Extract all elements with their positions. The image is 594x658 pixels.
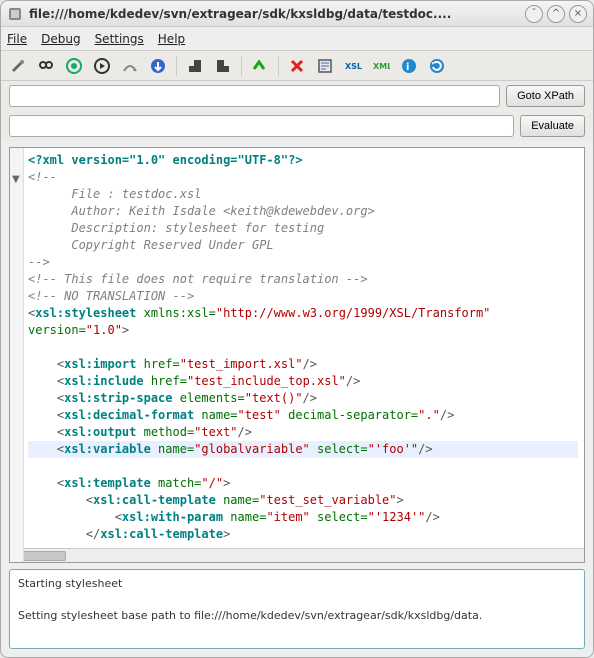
step-icon[interactable]: [117, 54, 143, 78]
continue-icon[interactable]: [89, 54, 115, 78]
evaluate-input[interactable]: [9, 115, 514, 137]
xml-icon[interactable]: XML: [368, 54, 394, 78]
menubar: File Debug Settings Help: [1, 27, 593, 51]
configure-icon[interactable]: [5, 54, 31, 78]
menu-debug[interactable]: Debug: [41, 32, 80, 46]
toolbar-separator: [241, 56, 242, 76]
svg-text:XSL: XSL: [345, 62, 362, 71]
minimize-button[interactable]: ˇ: [525, 5, 543, 23]
delete-icon[interactable]: [284, 54, 310, 78]
toolbar: XSL XML i: [1, 51, 593, 81]
app-icon: [7, 6, 23, 22]
app-window: file:///home/kdedev/svn/extragear/sdk/kx…: [0, 0, 594, 658]
source-code[interactable]: <?xml version="1.0" encoding="UTF-8"?> <…: [10, 148, 584, 548]
close-button[interactable]: ×: [569, 5, 587, 23]
toolbar-separator: [278, 56, 279, 76]
refresh-icon[interactable]: [424, 54, 450, 78]
titlebar[interactable]: file:///home/kdedev/svn/extragear/sdk/kx…: [1, 1, 593, 27]
output-icon[interactable]: i: [396, 54, 422, 78]
source-panel: ▼ <?xml version="1.0" encoding="UTF-8"?>…: [9, 147, 585, 563]
stepup-icon[interactable]: [182, 54, 208, 78]
next-icon[interactable]: [145, 54, 171, 78]
xsl-icon[interactable]: XSL: [340, 54, 366, 78]
xpath-row: Goto XPath: [1, 81, 593, 111]
menu-settings[interactable]: Settings: [95, 32, 144, 46]
evaluate-button[interactable]: Evaluate: [520, 115, 585, 137]
break-icon[interactable]: [247, 54, 273, 78]
output-line: Starting stylesheet: [18, 576, 576, 592]
horizontal-scrollbar[interactable]: [10, 548, 584, 562]
maximize-button[interactable]: ^: [547, 5, 565, 23]
menu-help[interactable]: Help: [158, 32, 185, 46]
output-panel[interactable]: Starting stylesheet Setting stylesheet b…: [9, 569, 585, 649]
goto-xpath-button[interactable]: Goto XPath: [506, 85, 585, 107]
svg-text:i: i: [406, 62, 409, 73]
menu-file[interactable]: File: [7, 32, 27, 46]
gutter: [10, 148, 24, 562]
evaluate-row: Evaluate: [1, 111, 593, 141]
inspect-icon[interactable]: [33, 54, 59, 78]
fold-triangle-icon[interactable]: ▼: [12, 174, 20, 185]
source-icon[interactable]: [312, 54, 338, 78]
run-icon[interactable]: [61, 54, 87, 78]
toolbar-separator: [176, 56, 177, 76]
output-line: Setting stylesheet base path to file:///…: [18, 608, 576, 624]
xpath-input[interactable]: [9, 85, 500, 107]
svg-text:XML: XML: [373, 62, 390, 71]
window-title: file:///home/kdedev/svn/extragear/sdk/kx…: [29, 7, 521, 21]
stepdown-icon[interactable]: [210, 54, 236, 78]
